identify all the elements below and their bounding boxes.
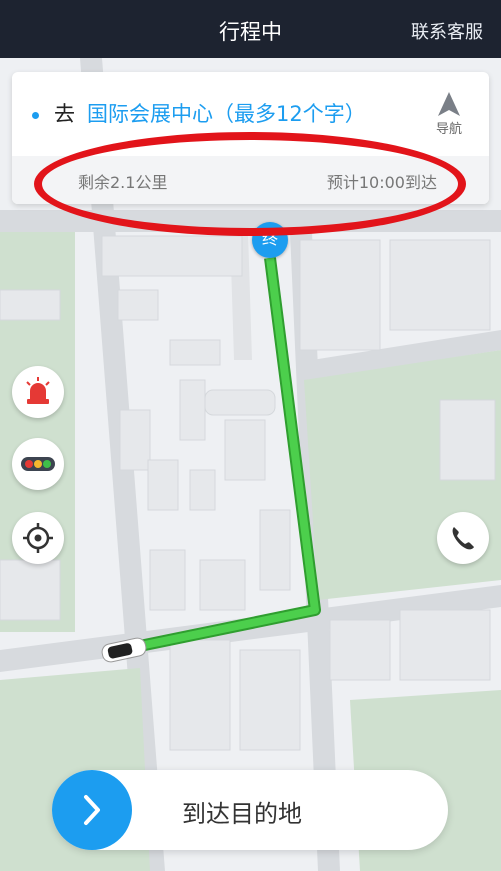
locate-icon	[23, 523, 53, 553]
destination-dot-icon	[32, 112, 39, 119]
traffic-button[interactable]	[12, 438, 64, 490]
contact-service-button[interactable]: 联系客服	[411, 18, 483, 44]
arrive-label: 到达目的地	[182, 800, 302, 828]
chevron-right-icon	[84, 795, 100, 825]
alarm-light-icon	[26, 377, 50, 404]
phone-icon	[452, 527, 474, 550]
call-button[interactable]	[437, 512, 489, 564]
destination-name[interactable]: 国际会展中心（最多12个字）	[87, 98, 366, 128]
navigate-label: 导航	[435, 122, 462, 137]
highlight-ellipse	[34, 132, 466, 236]
locate-button[interactable]	[12, 512, 64, 564]
navigate-button[interactable]: 导航	[427, 88, 471, 146]
traffic-light-icon	[21, 457, 55, 471]
go-prefix: 去	[54, 102, 75, 126]
slide-handle[interactable]	[52, 770, 132, 850]
arrive-slider[interactable]: 到达目的地	[52, 770, 448, 850]
top-bar: 行程中 联系客服	[0, 0, 501, 58]
navigation-arrow-icon	[438, 92, 460, 116]
alarm-button[interactable]	[12, 366, 64, 418]
